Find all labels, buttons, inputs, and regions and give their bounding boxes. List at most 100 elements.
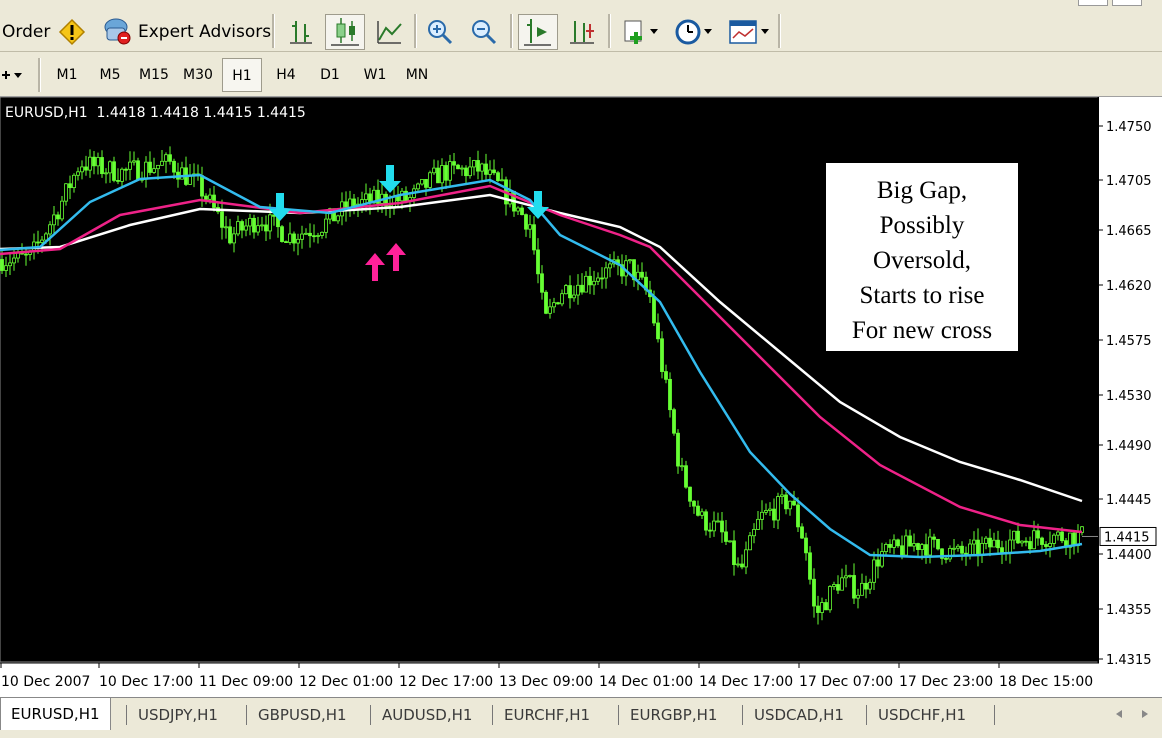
candle-body (104, 172, 108, 175)
price-tick-label: 1.4665 (1106, 224, 1152, 239)
candle-body (924, 544, 928, 556)
symbol-tab[interactable]: AUDUSD,H1 (372, 701, 482, 729)
candle-body (692, 500, 696, 507)
candle-body (48, 224, 52, 235)
symbol-tab[interactable]: USDJPY,H1 (128, 701, 228, 729)
current-price-label: 1.4415 (1104, 530, 1150, 545)
candle-body (1072, 532, 1076, 546)
candle-body (56, 214, 60, 220)
symbol-tab[interactable]: EURCHF,H1 (494, 701, 600, 729)
candle-body (596, 277, 600, 282)
periods-dropdown-icon[interactable] (674, 18, 716, 46)
candle-body (704, 511, 708, 531)
drawing-tools-dropdown-icon[interactable] (0, 64, 26, 86)
candle-body (428, 172, 432, 188)
candle-body (876, 559, 880, 567)
tab-separator (492, 705, 493, 725)
candle-body (808, 552, 812, 580)
candle-body (120, 168, 124, 182)
candle-body (880, 551, 884, 567)
warning-icon[interactable] (58, 18, 86, 46)
timeframe-d1-button[interactable]: D1 (310, 58, 350, 92)
candle-body (496, 172, 500, 181)
toolbar-separator (510, 14, 513, 48)
candle-body (264, 224, 268, 232)
candle-body (740, 563, 744, 568)
candle-body (144, 161, 148, 180)
window-maximize-button[interactable] (1112, 0, 1142, 6)
candle-body (112, 161, 116, 181)
annotation-note: Big Gap, Possibly Oversold, Starts to ri… (826, 163, 1018, 351)
zoom-out-icon[interactable] (470, 18, 498, 46)
candle-body (936, 538, 940, 550)
chart-shift-icon[interactable] (568, 18, 596, 46)
candle-body (556, 302, 560, 305)
candle-body (564, 285, 568, 295)
candle-body (548, 306, 552, 314)
candlestick-chart-button[interactable] (325, 14, 365, 50)
candle-body (1048, 542, 1052, 547)
candle-body (524, 214, 528, 230)
candle-body (248, 217, 252, 227)
candle-body (952, 547, 956, 550)
order-button[interactable]: Order (2, 22, 50, 42)
candle-body (928, 536, 932, 556)
window-minimize-button[interactable] (1078, 0, 1108, 6)
candle-body (608, 263, 612, 269)
line-chart-icon[interactable] (376, 18, 404, 46)
time-tick-label: 13 Dec 09:00 (499, 674, 593, 690)
candle-body (588, 275, 592, 286)
candle-body (1056, 531, 1060, 536)
candle-body (0, 259, 4, 271)
symbol-tab[interactable]: USDCHF,H1 (868, 701, 976, 729)
candle-body (708, 529, 712, 532)
expert-advisors-button[interactable]: Expert Advisors (138, 22, 271, 42)
timeframe-m5-button[interactable]: M5 (90, 58, 130, 92)
candle-body (1012, 530, 1016, 541)
zoom-in-icon[interactable] (426, 18, 454, 46)
candle-body (580, 284, 584, 293)
timeframe-h1-button[interactable]: H1 (222, 58, 262, 92)
candle-body (784, 494, 788, 510)
tab-separator (866, 705, 867, 725)
timeframe-m1-button[interactable]: M1 (47, 58, 87, 92)
candle-body (560, 293, 564, 305)
candle-body (452, 161, 456, 166)
timeframe-m30-button[interactable]: M30 (178, 58, 218, 92)
expert-advisors-icon[interactable] (102, 16, 132, 46)
candle-body (468, 166, 472, 177)
tab-separator (370, 705, 371, 725)
note-line: Oversold, (873, 247, 971, 274)
bar-chart-icon[interactable] (288, 18, 314, 46)
candle-body (664, 371, 668, 380)
toolbar-separator (272, 14, 275, 48)
candle-body (320, 231, 324, 236)
candle-body (156, 164, 160, 170)
templates-dropdown-icon[interactable] (728, 18, 772, 46)
price-tick-label: 1.4575 (1106, 334, 1152, 349)
tab-scroll-arrows-icon[interactable] (1112, 706, 1156, 722)
candle-body (304, 232, 308, 235)
timeframe-h4-button[interactable]: H4 (266, 58, 306, 92)
candle-body (12, 257, 16, 264)
timeframe-w1-button[interactable]: W1 (355, 58, 395, 92)
symbol-tab[interactable]: USDCAD,H1 (744, 701, 854, 729)
candle-body (764, 510, 768, 513)
indicators-dropdown-icon[interactable] (622, 18, 662, 46)
time-tick-label: 18 Dec 15:00 (999, 674, 1093, 690)
candle-body (36, 241, 40, 244)
symbol-tab[interactable]: GBPUSD,H1 (248, 701, 357, 729)
candle-body (864, 582, 868, 590)
candle-body (300, 233, 304, 240)
symbol-tab[interactable]: EURUSD,H1 (0, 697, 111, 730)
time-tick-label: 14 Dec 01:00 (599, 674, 693, 690)
candle-body (780, 494, 784, 497)
candle-body (1016, 530, 1020, 544)
candle-body (656, 322, 660, 340)
symbol-tab[interactable]: EURGBP,H1 (620, 701, 727, 729)
timeframe-mn-button[interactable]: MN (397, 58, 437, 92)
candle-body (464, 167, 468, 177)
auto-scroll-button[interactable] (518, 14, 558, 50)
timeframe-m15-button[interactable]: M15 (134, 58, 174, 92)
candle-body (88, 156, 92, 171)
